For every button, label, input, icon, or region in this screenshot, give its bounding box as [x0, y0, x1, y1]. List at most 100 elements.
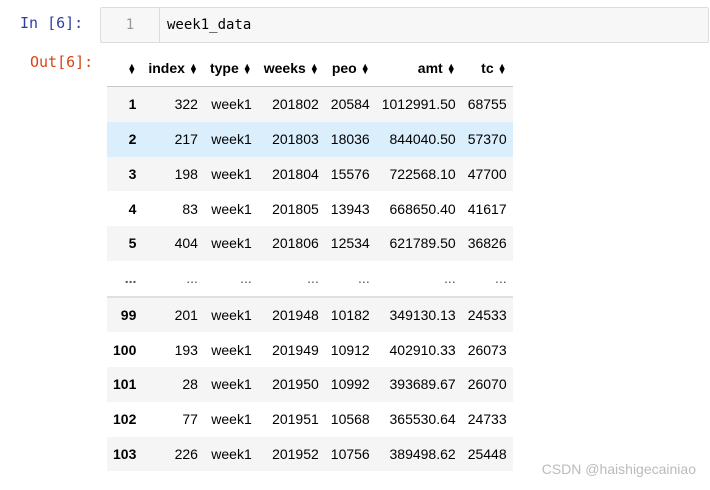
- code-text[interactable]: week1_data: [167, 8, 251, 42]
- row-index: 1: [128, 96, 137, 113]
- cell-type: week1: [203, 295, 258, 333]
- cell-amt: 1012991.50: [381, 96, 456, 113]
- cell-weeks: 201952: [272, 445, 319, 462]
- cell-type: week1: [211, 235, 252, 252]
- cell-weeks: 201948: [257, 295, 325, 333]
- cell-type: week1: [211, 96, 252, 113]
- column-header-weeks[interactable]: weeks ▲ ▼: [257, 50, 325, 87]
- table-row[interactable]: 2 217 week1 201803 18036 844040.50 57370: [107, 121, 513, 157]
- row-index: 99: [107, 295, 143, 333]
- table-row[interactable]: 102 77 week1 201951 10568 365530.64 24733: [107, 401, 513, 437]
- row-index: ...: [124, 270, 137, 287]
- table-row[interactable]: 103 226 week1 201952 10756 389498.62 25448: [107, 436, 513, 472]
- cell-amt: 389498.62: [389, 445, 456, 462]
- table-row[interactable]: 100 193 week1 201949 10912 402910.33 26073: [107, 332, 513, 367]
- cell-weeks: 201802: [272, 96, 319, 113]
- cell-peo: 10756: [330, 445, 370, 462]
- code-cell-input[interactable]: 1 week1_data: [100, 7, 709, 43]
- column-header-type[interactable]: type ▲ ▼: [203, 50, 258, 87]
- row-index: 5: [128, 235, 137, 252]
- cell-peo: 12534: [330, 235, 370, 252]
- cell-tc: 24733: [467, 411, 507, 428]
- cell-index: 322: [174, 96, 198, 113]
- cell-amt: ...: [444, 270, 456, 287]
- sort-icon[interactable]: ▲ ▼: [127, 62, 136, 76]
- cell-weeks: 201806: [272, 235, 319, 252]
- cell-index: 201: [142, 295, 204, 333]
- cell-tc: 57370: [467, 131, 507, 148]
- cell-index: ...: [186, 270, 198, 287]
- line-number: 1: [101, 8, 160, 42]
- sort-icon[interactable]: ▲ ▼: [361, 62, 370, 76]
- sort-icon[interactable]: ▲ ▼: [498, 62, 507, 76]
- cell-peo: 15576: [330, 165, 370, 182]
- cell-tc: ...: [494, 270, 507, 287]
- cell-peo: 13943: [330, 200, 370, 217]
- row-index: 3: [128, 165, 137, 182]
- index-column-header[interactable]: ▲ ▼: [107, 50, 143, 87]
- table-row[interactable]: 1 322 week1 201802 20584 1012991.50 68755: [107, 86, 513, 122]
- output-prompt: Out[6]:: [30, 53, 94, 71]
- row-index: 102: [113, 411, 137, 428]
- watermark: CSDN @haishigecainiao: [541, 461, 696, 477]
- cell-amt: 365530.64: [389, 411, 456, 428]
- column-header-label: tc: [481, 60, 494, 76]
- cell-amt: 402910.33: [389, 341, 456, 358]
- header-row: ▲ ▼ index ▲ ▼ type ▲ ▼ weeks ▲ ▼ peo ▲ ▼ amt ▲ ▼ tc ▲ ▼: [107, 50, 513, 87]
- cell-index: 404: [174, 235, 198, 252]
- cell-amt: 668650.40: [389, 200, 456, 217]
- cell-tc: 36826: [467, 235, 507, 252]
- column-header-label: amt: [417, 60, 443, 76]
- cell-type: week1: [211, 445, 252, 462]
- cell-amt: 844040.50: [389, 131, 456, 148]
- cell-amt: 722568.10: [389, 165, 456, 182]
- table-row[interactable]: .....................: [107, 260, 513, 297]
- column-header-peo[interactable]: peo ▲ ▼: [324, 50, 376, 87]
- cell-index: 226: [174, 445, 198, 462]
- cell-peo: 10568: [330, 411, 370, 428]
- cell-index: 217: [174, 131, 198, 148]
- cell-weeks: ...: [307, 270, 319, 287]
- cell-tc: 26073: [467, 341, 507, 358]
- table-row[interactable]: 101 28 week1 201950 10992 393689.67 26070: [107, 367, 513, 402]
- cell-weeks: 201804: [272, 165, 319, 182]
- cell-amt: 621789.50: [389, 235, 456, 252]
- row-index: 100: [113, 341, 137, 358]
- table-row[interactable]: 4 83 week1 201805 13943 668650.40 41617: [107, 191, 513, 226]
- table-row[interactable]: 5 404 week1 201806 12534 621789.50 36826: [107, 226, 513, 261]
- column-header-label: index: [148, 60, 185, 76]
- column-header-amt[interactable]: amt ▲ ▼: [375, 50, 462, 87]
- cell-type: week1: [211, 165, 252, 182]
- column-header-label: type: [209, 60, 239, 76]
- cell-tc: 24533: [461, 295, 513, 333]
- cell-weeks: 201803: [272, 131, 319, 148]
- cell-amt: 393689.67: [389, 376, 456, 393]
- row-index: 101: [113, 376, 137, 393]
- cell-type: week1: [211, 376, 252, 393]
- cell-weeks: 201951: [272, 411, 319, 428]
- cell-peo: ...: [358, 270, 370, 287]
- sort-icon[interactable]: ▲ ▼: [243, 62, 252, 76]
- cell-tc: 25448: [467, 445, 507, 462]
- column-header-tc[interactable]: tc ▲ ▼: [461, 50, 513, 87]
- cell-index: 83: [182, 200, 198, 217]
- table-body: 1 322 week1 201802 20584 1012991.50 68755 2 217 w…: [107, 86, 513, 472]
- sort-icon[interactable]: ▲ ▼: [310, 62, 319, 76]
- sort-icon[interactable]: ▲ ▼: [447, 62, 456, 76]
- table-row[interactable]: 3 198 week1 201804 15576 722568.10 47700: [107, 156, 513, 192]
- column-header-label: weeks: [263, 60, 306, 76]
- table-row[interactable]: 99 201 week1 201948 10182 349130.13 24533: [107, 295, 513, 333]
- cell-index: 198: [174, 165, 198, 182]
- cell-type: ...: [240, 270, 252, 287]
- column-header-index[interactable]: index ▲ ▼: [142, 50, 204, 87]
- cell-peo: 20584: [330, 96, 370, 113]
- sort-icon[interactable]: ▲ ▼: [189, 62, 198, 76]
- cell-tc: 47700: [467, 165, 507, 182]
- row-index: 4: [128, 200, 137, 217]
- cell-peo: 10912: [330, 341, 370, 358]
- cell-type: week1: [211, 131, 252, 148]
- cell-type: week1: [211, 200, 252, 217]
- cell-amt: 349130.13: [375, 295, 462, 333]
- cell-type: week1: [211, 411, 252, 428]
- row-index: 2: [128, 131, 137, 148]
